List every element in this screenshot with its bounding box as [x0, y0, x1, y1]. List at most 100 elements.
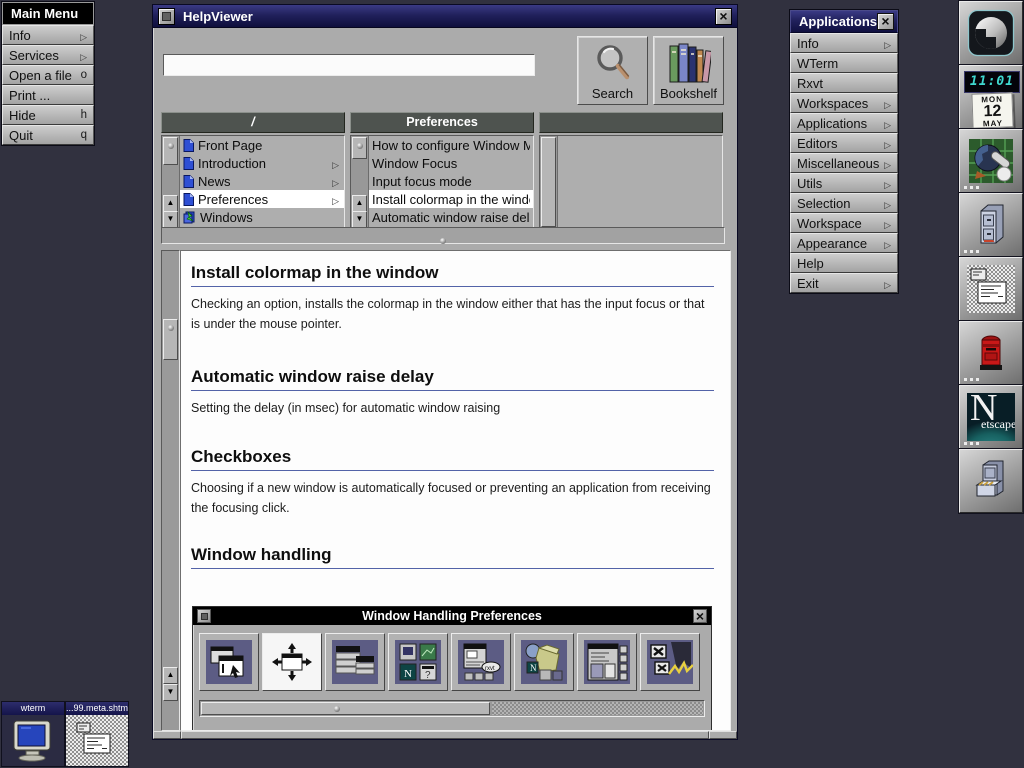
- applications-menu-close-button[interactable]: [877, 13, 894, 30]
- resize-middle-handle[interactable]: [181, 731, 709, 739]
- helpviewer-window: HelpViewer Search Bookshelf: [152, 4, 738, 740]
- svg-text:N: N: [404, 668, 412, 680]
- browser-item[interactable]: Window Focus: [369, 154, 533, 172]
- calendar-icon: MON 12 MAY: [971, 92, 1013, 128]
- scroll-down-button[interactable]: [352, 211, 367, 228]
- browser-item[interactable]: Front Page: [180, 136, 344, 154]
- menu-item-wterm[interactable]: WTerm: [790, 53, 898, 73]
- column-header: /: [161, 112, 345, 133]
- pane-splitter-handle[interactable]: [440, 238, 446, 244]
- browser-item[interactable]: Windows: [180, 208, 344, 226]
- main-menu-title: Main Menu: [11, 3, 78, 24]
- miniwindow-meta-shtml[interactable]: ...99.meta.shtml: [66, 702, 128, 766]
- column-scrollbar[interactable]: [540, 136, 558, 228]
- resize-right-handle[interactable]: [709, 731, 737, 739]
- scrollbar-knob[interactable]: [541, 137, 556, 227]
- column-header: [539, 112, 723, 133]
- browser-item[interactable]: Introduction: [180, 154, 344, 172]
- menu-item-hide[interactable]: Hide h: [2, 105, 94, 125]
- browser-column-root: / Front Page Introduction: [161, 112, 345, 229]
- menu-item-print[interactable]: Print ...: [2, 85, 94, 105]
- content-scrollbar[interactable]: ▲ ▼: [161, 250, 180, 731]
- menu-item-appearance[interactable]: Appearance: [790, 233, 898, 253]
- browser-item[interactable]: News: [180, 172, 344, 190]
- menu-item-applications[interactable]: Applications: [790, 113, 898, 133]
- browser-item-selected[interactable]: Install colormap in the windo: [369, 190, 533, 208]
- window-resizebar[interactable]: [153, 731, 737, 739]
- section-heading: Window handling: [191, 545, 714, 569]
- scrollbar-knob[interactable]: [163, 319, 178, 360]
- menu-item-exit[interactable]: Exit: [790, 273, 898, 293]
- menu-item-selection[interactable]: Selection: [790, 193, 898, 213]
- menu-item-open-a-file[interactable]: Open a file o: [2, 65, 94, 85]
- placement-pref-icon-selected: [262, 633, 322, 691]
- miniwindow-wterm[interactable]: wterm: [2, 702, 64, 766]
- browser-item[interactable]: Input focus mode: [369, 172, 533, 190]
- scroll-up-button[interactable]: [352, 195, 367, 212]
- svg-text:N: N: [530, 663, 537, 673]
- bookshelf-button[interactable]: Bookshelf: [653, 36, 724, 105]
- menu-item-info[interactable]: Info: [2, 25, 94, 45]
- scroll-up-button[interactable]: [163, 195, 178, 212]
- dock-archive-cabinet-tile[interactable]: [959, 449, 1023, 513]
- scrollbar-knob[interactable]: [352, 137, 367, 159]
- submenu-arrow-icon: [884, 176, 891, 191]
- windowmaker-logo-icon: [967, 9, 1015, 57]
- dock-netscape-tile[interactable]: N etscape: [959, 385, 1023, 449]
- submenu-arrow-icon: [884, 236, 891, 251]
- scroll-up-button[interactable]: ▲: [163, 667, 178, 684]
- submenu-arrow-icon: [884, 136, 891, 151]
- main-menu-titlebar[interactable]: Main Menu: [2, 2, 94, 25]
- dock-draw-app-tile[interactable]: [959, 129, 1023, 193]
- focus-pref-icon: [199, 633, 259, 691]
- scrollbar-knob[interactable]: [163, 137, 178, 165]
- menu-item-editors[interactable]: Editors: [790, 133, 898, 153]
- menu-item-quit[interactable]: Quit q: [2, 125, 94, 145]
- dock-postbox-tile[interactable]: [959, 321, 1023, 385]
- dock-mail-editor-tile[interactable]: [959, 257, 1023, 321]
- submenu-arrow-icon: [884, 116, 891, 131]
- embedded-hscrollbar: [199, 700, 705, 717]
- miniaturize-button[interactable]: [158, 8, 175, 25]
- scroll-down-button[interactable]: ▼: [163, 684, 178, 701]
- scroll-down-button[interactable]: [163, 211, 178, 228]
- window-list-pref-icon: [577, 633, 637, 691]
- bookshelf-icon: [667, 42, 711, 84]
- dock-windowmaker-tile[interactable]: [959, 1, 1023, 65]
- svg-text:?: ?: [425, 670, 431, 681]
- dock-clock-tile[interactable]: 11:01 MON 12 MAY: [959, 65, 1023, 129]
- menu-item-help[interactable]: Help: [790, 253, 898, 273]
- menu-item-services[interactable]: Services: [2, 45, 94, 65]
- menu-item-workspaces[interactable]: Workspaces: [790, 93, 898, 113]
- browser-item[interactable]: How to configure Window M: [369, 136, 533, 154]
- document-page-icon: [75, 721, 119, 761]
- menu-item-workspace[interactable]: Workspace: [790, 213, 898, 233]
- menu-item-rxvt[interactable]: Rxvt: [790, 73, 898, 93]
- document-icon: [183, 157, 194, 170]
- running-indicator: [964, 378, 979, 381]
- submenu-arrow-icon: [884, 276, 891, 291]
- submenu-arrow-icon: [332, 156, 339, 171]
- scrollbar-thumb: [201, 702, 490, 715]
- close-icon: [881, 11, 889, 32]
- menu-item-utils[interactable]: Utils: [790, 173, 898, 193]
- helpviewer-titlebar[interactable]: HelpViewer: [153, 5, 737, 28]
- document-icon: [183, 139, 194, 152]
- menu-item-info[interactable]: Info: [790, 33, 898, 53]
- shortcut-key: q: [81, 129, 87, 141]
- running-indicator: [964, 186, 979, 189]
- search-input[interactable]: [163, 54, 535, 76]
- column-scrollbar[interactable]: [162, 136, 180, 228]
- resize-left-handle[interactable]: [153, 731, 181, 739]
- dock-file-cabinet-tile[interactable]: [959, 193, 1023, 257]
- search-button[interactable]: Search: [577, 36, 648, 105]
- close-button[interactable]: [715, 8, 732, 25]
- svg-text:rxvt: rxvt: [485, 666, 495, 672]
- browser-item[interactable]: Automatic window raise del: [369, 208, 533, 226]
- browser-item-selected[interactable]: Preferences: [180, 190, 344, 208]
- section-body: Setting the delay (in msec) for automati…: [191, 398, 714, 418]
- submenu-arrow-icon: [884, 96, 891, 111]
- menu-item-miscellaneous[interactable]: Miscellaneous: [790, 153, 898, 173]
- column-scrollbar[interactable]: [351, 136, 369, 228]
- applications-menu-titlebar[interactable]: Applications: [790, 10, 898, 33]
